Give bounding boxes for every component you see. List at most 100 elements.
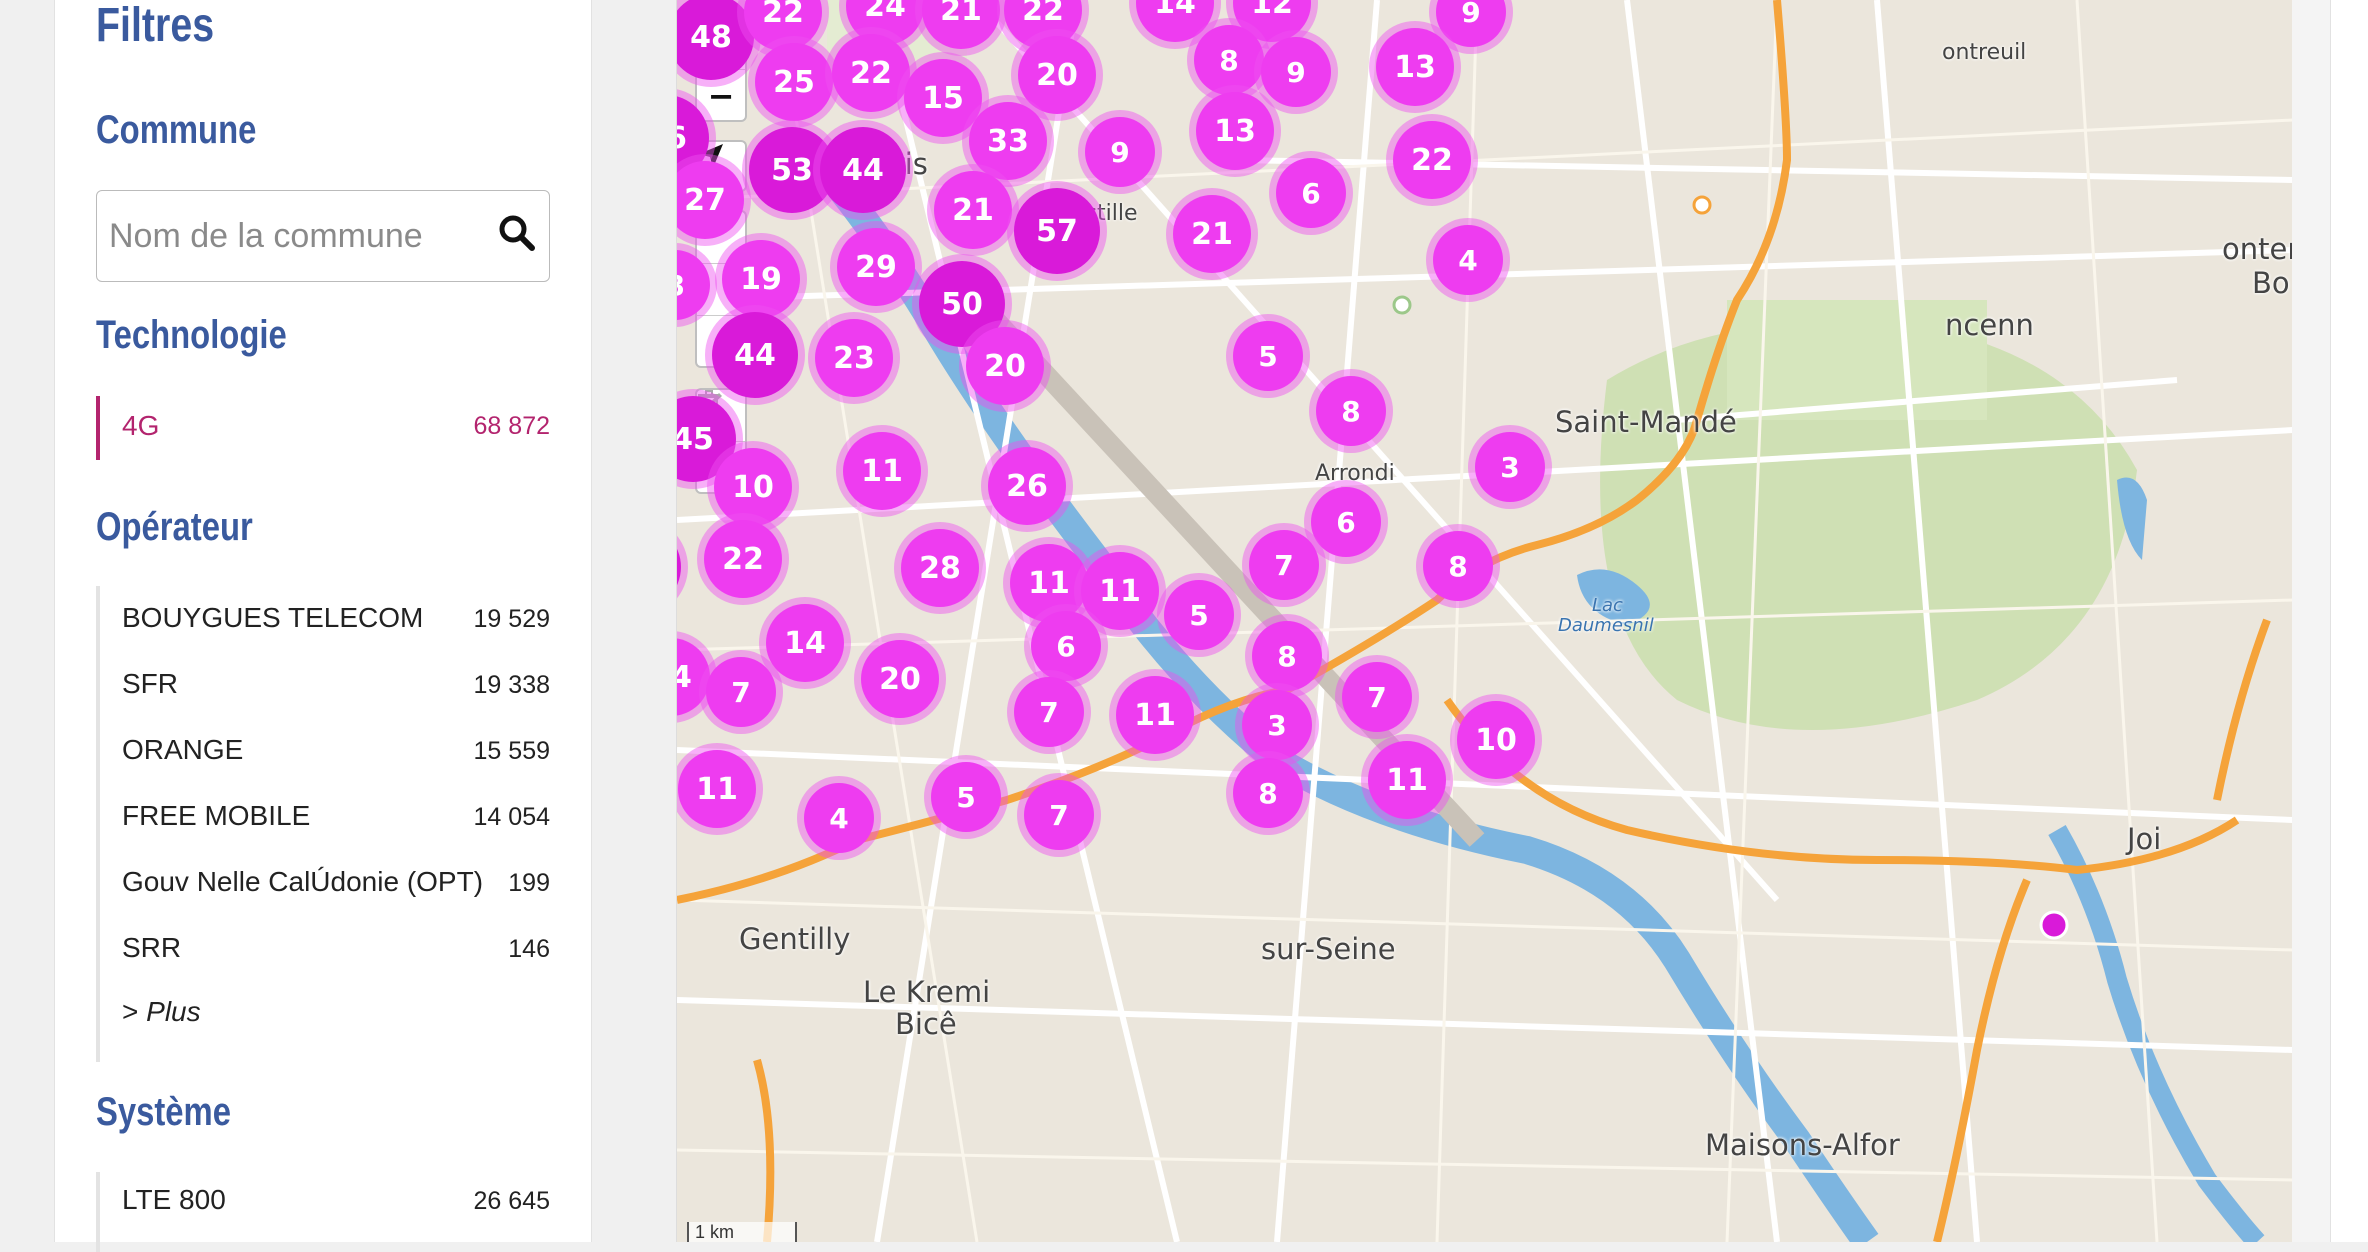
- cluster-marker[interactable]: 3: [1475, 432, 1545, 502]
- filter-item-orange[interactable]: ORANGE 15 559: [122, 734, 550, 784]
- cluster-marker[interactable]: 13: [1196, 92, 1274, 170]
- place-label: ncenn: [1945, 308, 2034, 342]
- cluster-marker[interactable]: 7: [1024, 780, 1094, 850]
- place-label: Le Kremi: [863, 975, 991, 1009]
- cluster-marker[interactable]: 7: [706, 657, 776, 727]
- cluster-marker[interactable]: 7: [1342, 662, 1412, 732]
- right-panel-edge: [2330, 0, 2368, 1242]
- filter-item-label: FREE MOBILE: [122, 800, 311, 831]
- cluster-marker[interactable]: 11: [1010, 544, 1088, 622]
- filter-sidebar: Filtres Commune Technologie 4G 68 872 Op…: [54, 0, 592, 1252]
- sidebar-title: Filtres: [96, 0, 215, 52]
- cluster-marker[interactable]: 25: [755, 43, 833, 121]
- place-label: Maisons-Alfor: [1705, 1128, 1900, 1162]
- show-more-operateurs[interactable]: > Plus: [122, 996, 201, 1028]
- cluster-marker[interactable]: 28: [901, 529, 979, 607]
- place-label: Arrondi: [1315, 461, 1395, 486]
- cluster-marker[interactable]: 44: [820, 127, 906, 213]
- filter-item-count: 26 645: [473, 1187, 550, 1215]
- technologie-heading: Technologie: [96, 313, 287, 357]
- scale-bar: 1 km: [687, 1222, 797, 1242]
- cluster-marker[interactable]: 11: [1116, 676, 1194, 754]
- systeme-list: LTE 800 26 645: [96, 1172, 550, 1252]
- cluster-marker[interactable]: 4: [1433, 225, 1503, 295]
- filter-item-srr[interactable]: SRR 146: [122, 932, 550, 982]
- cluster-marker[interactable]: 57: [1014, 188, 1100, 274]
- commune-search-box: [96, 190, 550, 282]
- show-more-label: Plus: [146, 996, 201, 1027]
- cluster-marker[interactable]: 26: [988, 447, 1066, 525]
- filter-item-count: 19 338: [473, 671, 550, 699]
- filter-item-opt[interactable]: Gouv Nelle CalÚdonie (OPT) 199: [122, 866, 550, 916]
- cluster-marker[interactable]: 10: [1457, 701, 1535, 779]
- filter-item-count: 199: [508, 869, 550, 897]
- cluster-marker[interactable]: 4: [804, 783, 874, 853]
- junction-marker: [1692, 195, 1712, 215]
- cluster-marker[interactable]: 22: [832, 34, 910, 112]
- map-view[interactable]: Saint-Mandé Gentilly Le Kremi Bicê sur-S…: [676, 0, 2293, 1242]
- cluster-marker[interactable]: 29: [837, 228, 915, 306]
- filter-item-label: BOUYGUES TELECOM: [122, 602, 424, 633]
- cluster-marker[interactable]: 6: [1031, 611, 1101, 681]
- cluster-marker[interactable]: 22: [1393, 121, 1471, 199]
- cluster-marker[interactable]: 10: [714, 448, 792, 526]
- place-label: ontreuil: [1942, 40, 2027, 65]
- cluster-marker[interactable]: 13: [1376, 28, 1454, 106]
- cluster-marker[interactable]: 7: [1014, 677, 1084, 747]
- cluster-marker[interactable]: 20: [966, 327, 1044, 405]
- place-label: Bicê: [895, 1007, 957, 1041]
- place-label: Gentilly: [739, 922, 851, 956]
- filter-item-bouygues[interactable]: BOUYGUES TELECOM 19 529: [122, 602, 550, 652]
- cluster-marker[interactable]: 11: [843, 432, 921, 510]
- filter-item-4g[interactable]: 4G 68 872: [96, 396, 550, 460]
- cluster-marker[interactable]: 8: [1252, 621, 1322, 691]
- search-icon[interactable]: [497, 213, 537, 253]
- cluster-marker[interactable]: 7: [1249, 530, 1319, 600]
- highway: [2213, 618, 2271, 801]
- cluster-marker[interactable]: 11: [678, 750, 756, 828]
- filter-item-label: SRR: [122, 932, 182, 963]
- commune-heading: Commune: [96, 108, 257, 152]
- filter-item-free-mobile[interactable]: FREE MOBILE 14 054: [122, 800, 550, 850]
- cluster-marker[interactable]: 5: [931, 762, 1001, 832]
- filter-item-label: Gouv Nelle CalÚdonie (OPT): [122, 866, 484, 897]
- cluster-marker[interactable]: 11: [1081, 552, 1159, 630]
- cluster-marker[interactable]: 8: [1423, 531, 1493, 601]
- cluster-marker[interactable]: 8: [1316, 376, 1386, 446]
- place-label: Lac: [1592, 595, 1623, 616]
- cluster-marker[interactable]: 6: [1311, 487, 1381, 557]
- cluster-marker[interactable]: 5: [1164, 580, 1234, 650]
- cluster-marker[interactable]: 3: [1242, 690, 1312, 760]
- cluster-marker[interactable]: 20: [861, 640, 939, 718]
- cluster-marker[interactable]: 8: [1233, 758, 1303, 828]
- cluster-marker[interactable]: 19: [722, 240, 800, 318]
- filter-item-count: 146: [508, 935, 550, 963]
- cluster-marker[interactable]: 15: [904, 59, 982, 137]
- cluster-marker[interactable]: 44: [712, 312, 798, 398]
- chevron-right-icon: >: [122, 996, 139, 1027]
- operateur-list: BOUYGUES TELECOM 19 529 SFR 19 338 ORANG…: [96, 586, 550, 1062]
- filter-item-lte-800[interactable]: LTE 800 26 645: [122, 1184, 550, 1234]
- cluster-marker[interactable]: 33: [969, 102, 1047, 180]
- cluster-marker[interactable]: 23: [815, 319, 893, 397]
- cluster-marker[interactable]: 8: [1194, 25, 1264, 95]
- place-label: Joi: [2127, 822, 2162, 856]
- cluster-marker[interactable]: 5: [1233, 321, 1303, 391]
- junction-marker: [1392, 295, 1412, 315]
- place-label: Bo: [2252, 266, 2290, 300]
- place-label: Daumesnil: [1558, 615, 1654, 636]
- cluster-marker[interactable]: 21: [934, 171, 1012, 249]
- cluster-marker[interactable]: 9: [1261, 37, 1331, 107]
- single-site-marker[interactable]: [2039, 910, 2069, 940]
- cluster-marker[interactable]: 11: [1368, 741, 1446, 819]
- cluster-marker[interactable]: 20: [1018, 36, 1096, 114]
- commune-search-input[interactable]: [107, 213, 491, 259]
- filter-item-count: 15 559: [473, 737, 550, 765]
- cluster-marker[interactable]: 14: [766, 604, 844, 682]
- cluster-marker[interactable]: 9: [1085, 117, 1155, 187]
- cluster-marker[interactable]: 21: [1173, 195, 1251, 273]
- cluster-marker[interactable]: 6: [1276, 158, 1346, 228]
- filter-item-sfr[interactable]: SFR 19 338: [122, 668, 550, 718]
- filter-item-label: SFR: [122, 668, 178, 699]
- cluster-marker[interactable]: 22: [704, 520, 782, 598]
